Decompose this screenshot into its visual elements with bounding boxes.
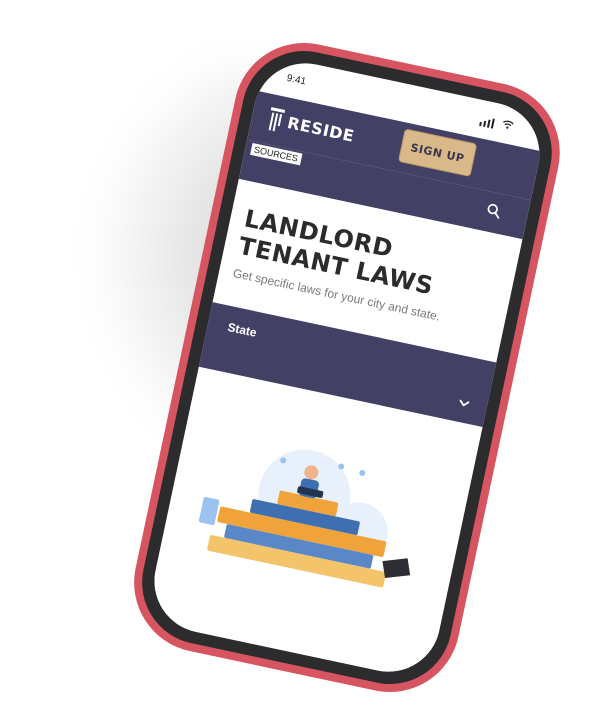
signal-icon	[479, 116, 495, 129]
sign-up-button[interactable]: SIGN UP	[397, 128, 478, 178]
brand-name[interactable]: RESIDE	[286, 113, 356, 146]
state-select-label: State	[226, 320, 258, 340]
chevron-down-icon	[459, 399, 470, 407]
books-illustration	[198, 449, 411, 588]
column-logo-icon[interactable]	[265, 106, 286, 135]
status-time: 9:41	[285, 72, 307, 88]
wifi-icon	[503, 120, 514, 129]
search-icon[interactable]	[484, 201, 503, 220]
